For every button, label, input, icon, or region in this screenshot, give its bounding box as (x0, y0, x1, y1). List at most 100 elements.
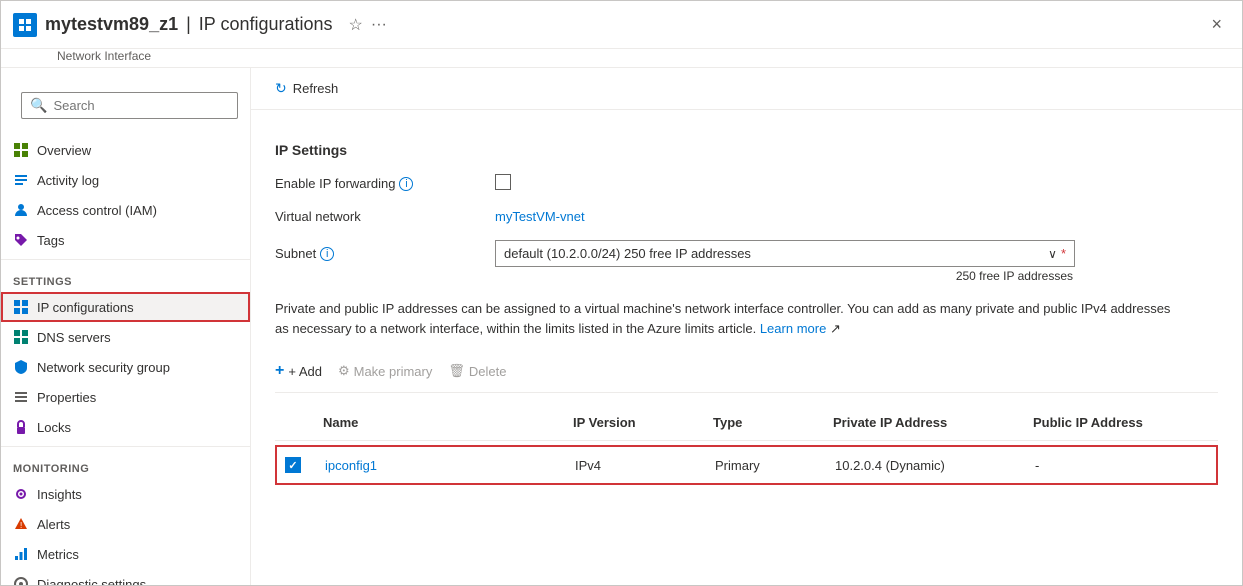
virtual-network-row: Virtual network myTestVM-vnet (275, 209, 1218, 224)
subnet-info-icon[interactable]: i (320, 247, 334, 261)
required-star: * (1061, 246, 1066, 261)
enable-ip-forwarding-value (495, 174, 1218, 193)
diagnostic-settings-label: Diagnostic settings (37, 577, 146, 586)
sidebar-item-activity-log[interactable]: Activity log (1, 165, 250, 195)
sidebar-item-overview[interactable]: Overview (1, 135, 250, 165)
row-checkbox-cell[interactable] (277, 453, 317, 477)
sidebar-item-tags[interactable]: Tags (1, 225, 250, 255)
add-button[interactable]: + + Add (275, 358, 322, 384)
refresh-icon: ↻ (275, 80, 287, 97)
search-input[interactable] (53, 98, 229, 113)
dns-servers-label: DNS servers (37, 330, 111, 345)
activity-log-icon (13, 172, 29, 188)
row-checkbox[interactable] (285, 457, 301, 473)
action-bar: + + Add ⚙ Make primary 🗑 Delete (275, 350, 1218, 393)
table-row: ipconfig1 IPv4 Primary 10.2.0.4 (Dynamic… (275, 445, 1218, 485)
resource-subtitle: Network Interface (1, 49, 1242, 68)
sidebar-item-locks[interactable]: Locks (1, 412, 250, 442)
access-control-icon (13, 202, 29, 218)
settings-section-label: Settings (1, 264, 250, 292)
resource-icon (13, 13, 37, 37)
learn-more-link[interactable]: Learn more (760, 321, 826, 336)
main-layout: 🔍 « Overview Activity log (1, 68, 1242, 585)
search-icon: 🔍 (30, 97, 47, 114)
insights-label: Insights (37, 487, 82, 502)
virtual-network-value: myTestVM-vnet (495, 209, 1218, 224)
metrics-icon (13, 546, 29, 562)
ip-forwarding-info-icon[interactable]: i (399, 177, 413, 191)
sidebar-item-properties[interactable]: Properties (1, 382, 250, 412)
network-security-group-label: Network security group (37, 360, 170, 375)
delete-label: Delete (469, 364, 507, 379)
ip-settings-heading: IP Settings (275, 142, 1218, 158)
info-text: Private and public IP addresses can be a… (275, 299, 1175, 338)
table-header: Name IP Version Type Private IP Address … (275, 405, 1218, 441)
subnet-control: default (10.2.0.0/24) 250 free IP addres… (495, 240, 1075, 283)
toolbar: ↻ Refresh (251, 68, 1242, 110)
table-header-name: Name (315, 411, 565, 434)
content-inner: IP Settings Enable IP forwarding i Virtu… (251, 110, 1242, 505)
sidebar-item-network-security-group[interactable]: Network security group (1, 352, 250, 382)
subnet-row: Subnet i default (10.2.0.0/24) 250 free … (275, 240, 1218, 283)
virtual-network-label: Virtual network (275, 209, 495, 224)
sidebar-item-diagnostic-settings[interactable]: Diagnostic settings (1, 569, 250, 585)
sidebar-item-insights[interactable]: Insights (1, 479, 250, 509)
title-divider: | (186, 14, 191, 35)
search-box[interactable]: 🔍 (21, 92, 238, 119)
favorite-icon[interactable]: ☆ (349, 15, 363, 35)
table-header-public-ip: Public IP Address (1025, 411, 1205, 434)
make-primary-label: Make primary (354, 364, 433, 379)
row-name-cell[interactable]: ipconfig1 (317, 454, 567, 477)
row-public-ip-cell: - (1027, 454, 1207, 477)
properties-icon (13, 389, 29, 405)
table-header-ip-version: IP Version (565, 411, 705, 434)
metrics-label: Metrics (37, 547, 79, 562)
sidebar-item-metrics[interactable]: Metrics (1, 539, 250, 569)
table-header-checkbox-col (275, 411, 315, 434)
delete-button[interactable]: 🗑 Delete (448, 359, 506, 383)
row-ip-version-cell: IPv4 (567, 454, 707, 477)
page-title: IP configurations (199, 14, 333, 35)
access-control-label: Access control (IAM) (37, 203, 157, 218)
virtual-network-link[interactable]: myTestVM-vnet (495, 209, 585, 224)
locks-label: Locks (37, 420, 71, 435)
sidebar: 🔍 « Overview Activity log (1, 68, 251, 585)
network-security-group-icon (13, 359, 29, 375)
activity-log-label: Activity log (37, 173, 99, 188)
add-icon: + (275, 362, 284, 380)
overview-label: Overview (37, 143, 91, 158)
delete-icon: 🗑 (448, 363, 465, 379)
table-header-type: Type (705, 411, 825, 434)
subnet-dropdown-text: default (10.2.0.0/24) 250 free IP addres… (504, 246, 1040, 261)
dns-servers-icon (13, 329, 29, 345)
subnet-label: Subnet i (275, 240, 495, 261)
ip-table: Name IP Version Type Private IP Address … (275, 405, 1218, 485)
enable-ip-forwarding-label: Enable IP forwarding i (275, 176, 495, 191)
subnet-hint: 250 free IP addresses (495, 269, 1075, 283)
tags-icon (13, 232, 29, 248)
sidebar-item-alerts[interactable]: ! Alerts (1, 509, 250, 539)
make-primary-button[interactable]: ⚙ Make primary (338, 359, 432, 383)
refresh-button[interactable]: ↻ Refresh (275, 76, 338, 101)
sidebar-item-ip-configurations[interactable]: IP configurations (1, 292, 250, 322)
monitoring-section-label: Monitoring (1, 451, 250, 479)
row-private-ip-cell: 10.2.0.4 (Dynamic) (827, 454, 1027, 477)
external-link-icon: ↗ (830, 321, 841, 336)
title-actions: ☆ ··· (349, 15, 387, 35)
close-button[interactable]: × (1203, 10, 1230, 39)
content-area: ↻ Refresh IP Settings Enable IP forwardi… (251, 68, 1242, 585)
overview-icon (13, 142, 29, 158)
ip-forwarding-checkbox[interactable] (495, 174, 511, 190)
alerts-label: Alerts (37, 517, 70, 532)
diagnostic-settings-icon (13, 576, 29, 585)
more-icon[interactable]: ··· (371, 16, 387, 34)
locks-icon (13, 419, 29, 435)
ip-configurations-label: IP configurations (37, 300, 134, 315)
properties-label: Properties (37, 390, 96, 405)
subnet-dropdown[interactable]: default (10.2.0.0/24) 250 free IP addres… (495, 240, 1075, 267)
sidebar-item-dns-servers[interactable]: DNS servers (1, 322, 250, 352)
resource-name: mytestvm89_z1 (45, 14, 178, 35)
sidebar-item-access-control[interactable]: Access control (IAM) (1, 195, 250, 225)
app-container: mytestvm89_z1 | IP configurations ☆ ··· … (0, 0, 1243, 586)
make-primary-icon: ⚙ (338, 363, 350, 379)
